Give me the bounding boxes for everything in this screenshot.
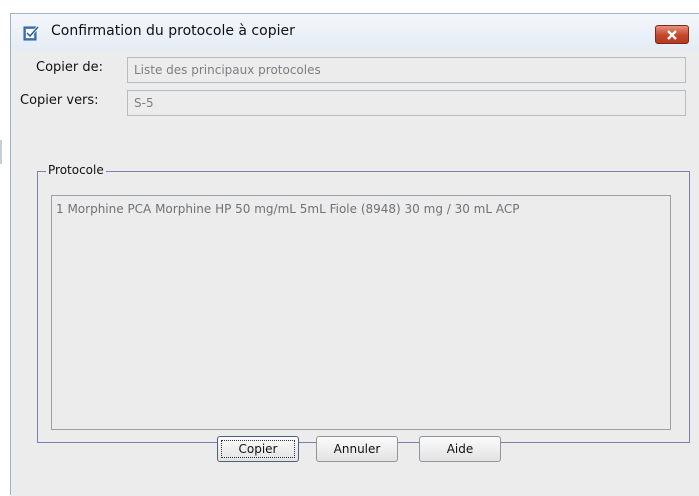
list-item[interactable]: 1 Morphine PCA Morphine HP 50 mg/mL 5mL … [56, 202, 520, 216]
cancel-button[interactable]: Annuler [316, 436, 398, 462]
focus-ring [221, 440, 295, 458]
title-bar[interactable]: Confirmation du protocole à copier [11, 14, 699, 50]
copy-button[interactable]: Copier [217, 436, 299, 462]
help-button[interactable]: Aide [419, 436, 501, 462]
cancel-button-label: Annuler [333, 442, 381, 456]
confirmation-dialog: Confirmation du protocole à copier Copie… [10, 13, 699, 496]
dialog-title: Confirmation du protocole à copier [51, 23, 295, 39]
dialog-content: Copier de: Liste des principaux protocol… [11, 50, 699, 496]
copy-from-field[interactable]: Liste des principaux protocoles [127, 57, 686, 83]
protocol-group-title: Protocole [46, 163, 106, 177]
protocol-list[interactable]: 1 Morphine PCA Morphine HP 50 mg/mL 5mL … [51, 195, 671, 430]
close-button[interactable] [655, 25, 689, 44]
background-window-edge [0, 140, 2, 164]
protocol-group: Protocole 1 Morphine PCA Morphine HP 50 … [37, 163, 690, 443]
copy-to-field[interactable]: S-5 [127, 90, 686, 116]
help-button-label: Aide [446, 442, 474, 456]
dialog-check-icon [23, 26, 39, 41]
copy-from-label: Copier de: [36, 60, 103, 75]
close-icon [667, 29, 677, 40]
copy-to-label: Copier vers: [20, 93, 99, 108]
